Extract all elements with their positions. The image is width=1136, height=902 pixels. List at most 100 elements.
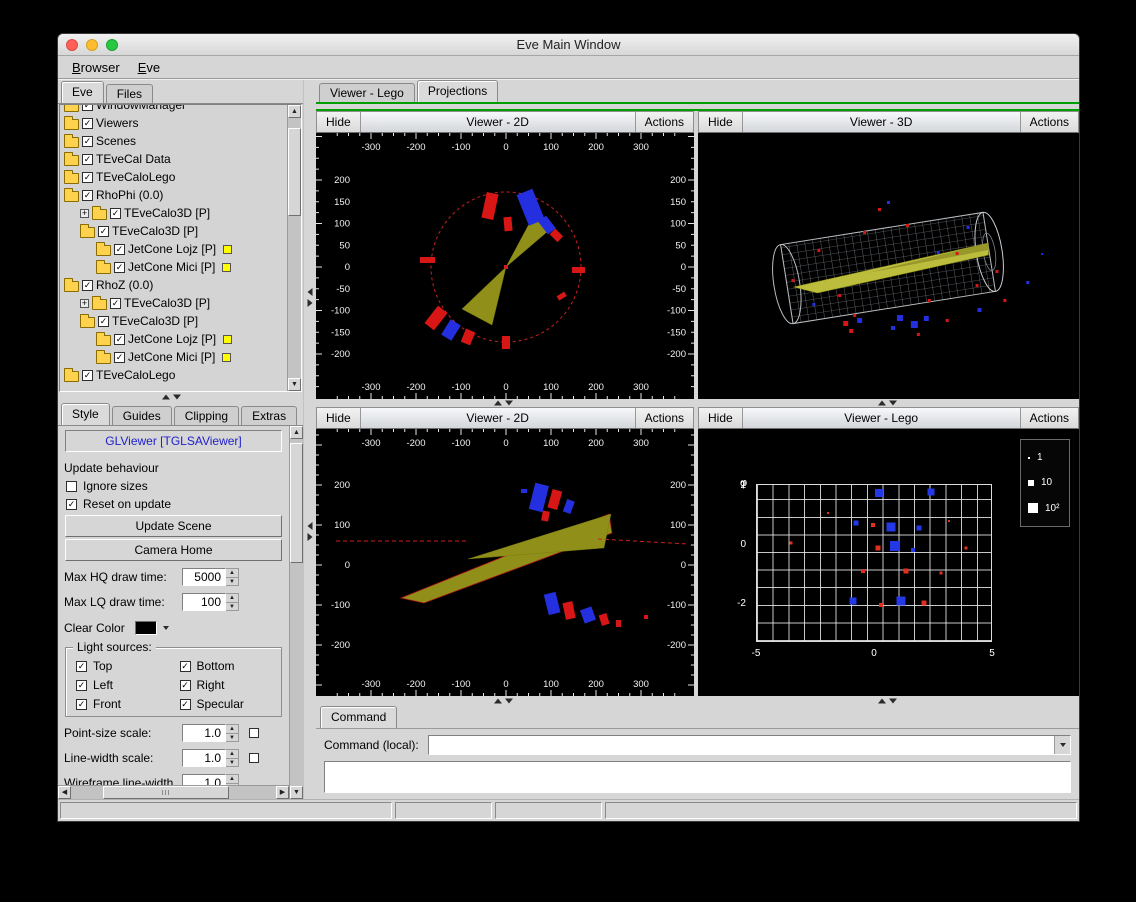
tree-item-label[interactable]: TEveCalo3D [P] xyxy=(124,206,210,220)
hide-button[interactable]: Hide xyxy=(699,112,743,132)
tab-viewer-lego[interactable]: Viewer - Lego xyxy=(319,83,415,102)
wireframe-spinbox[interactable]: 1.0 ▲▼ xyxy=(182,774,239,785)
spin-down-icon[interactable]: ▼ xyxy=(226,603,238,611)
point-size-value[interactable]: 1.0 xyxy=(182,724,226,742)
tree-item[interactable]: ✓JetCone Mici [P] xyxy=(60,258,287,276)
tree-item-label[interactable]: TEveCalo3D [P] xyxy=(112,224,198,238)
menu-browser[interactable]: Browser xyxy=(64,58,128,77)
splitter-handle[interactable] xyxy=(308,288,313,307)
tree-item-checkbox[interactable]: ✓ xyxy=(110,298,121,309)
tree-item-label[interactable]: TEveCaloLego xyxy=(96,170,175,184)
tree-item[interactable]: ✓TEveCaloLego xyxy=(60,168,287,186)
light-checkbox-right[interactable]: ✓Right xyxy=(180,678,278,692)
max-lq-spinbox[interactable]: 100 ▲▼ xyxy=(182,593,239,611)
checkbox-icon[interactable]: ✓ xyxy=(76,699,87,710)
tree-item[interactable]: ✓JetCone Mici [P] xyxy=(60,348,287,366)
tree-item[interactable]: ✓Scenes xyxy=(60,132,287,150)
style-scrollbar[interactable]: ▲ ▼ xyxy=(289,426,303,799)
light-checkbox-bottom[interactable]: ✓Bottom xyxy=(180,659,278,673)
viewer3d-canvas[interactable] xyxy=(698,133,1079,399)
line-width-checkbox[interactable] xyxy=(249,753,259,763)
jetcone-color-swatch[interactable] xyxy=(222,263,231,272)
splitter-handle[interactable] xyxy=(494,698,513,703)
lego-canvas[interactable]: φ 1 10 10² -50520-2 xyxy=(698,429,1079,696)
combo-dropdown-icon[interactable] xyxy=(1054,736,1070,754)
scroll-track[interactable] xyxy=(71,786,276,799)
tree-item-checkbox[interactable]: ✓ xyxy=(82,154,93,165)
tab-extras[interactable]: Extras xyxy=(241,406,297,425)
tree-item[interactable]: ✓TEveCaloLego xyxy=(60,366,287,384)
tab-command[interactable]: Command xyxy=(320,706,397,728)
tree-item-label[interactable]: TEveCaloLego xyxy=(96,368,175,382)
checkbox-icon[interactable] xyxy=(66,481,77,492)
tree-item-checkbox[interactable]: ✓ xyxy=(114,334,125,345)
scroll-up-icon[interactable]: ▲ xyxy=(290,426,303,439)
tree-item[interactable]: ✓TEveCalo3D [P] xyxy=(60,222,287,240)
tree-expander-icon[interactable]: + xyxy=(80,299,89,308)
rhophi-canvas[interactable]: -300-300-200-200-100-1000010010020020030… xyxy=(316,133,694,399)
command-combobox[interactable] xyxy=(428,735,1071,755)
tab-guides[interactable]: Guides xyxy=(112,406,172,425)
spin-down-icon[interactable]: ▼ xyxy=(226,578,238,586)
scroll-up-icon[interactable]: ▲ xyxy=(288,105,301,118)
scroll-thumb[interactable] xyxy=(103,786,229,799)
tab-eve[interactable]: Eve xyxy=(61,81,104,103)
scroll-down-icon[interactable]: ▼ xyxy=(290,786,303,799)
ignore-sizes-checkbox[interactable]: Ignore sizes xyxy=(66,479,284,493)
tree-item-label[interactable]: Scenes xyxy=(96,134,136,148)
tree-item-label[interactable]: JetCone Mici [P] xyxy=(128,260,215,274)
spin-up-icon[interactable]: ▲ xyxy=(226,750,238,759)
style-hscrollbar[interactable]: ◀ ▶ xyxy=(58,785,289,799)
tree-item-label[interactable]: JetCone Lojz [P] xyxy=(128,242,216,256)
scroll-track[interactable] xyxy=(288,118,301,378)
command-input[interactable] xyxy=(429,736,1054,754)
checkbox-icon[interactable]: ✓ xyxy=(180,661,191,672)
tree-item[interactable]: ✓JetCone Lojz [P] xyxy=(60,240,287,258)
zoom-button[interactable] xyxy=(106,39,118,51)
tab-projections[interactable]: Projections xyxy=(417,80,498,102)
spin-up-icon[interactable]: ▲ xyxy=(226,569,238,578)
camera-home-button[interactable]: Camera Home xyxy=(65,539,282,561)
tree-item-checkbox[interactable]: ✓ xyxy=(98,226,109,237)
tree-item[interactable]: +✓TEveCalo3D [P] xyxy=(60,204,287,222)
jetcone-color-swatch[interactable] xyxy=(223,245,232,254)
max-hq-spinbox[interactable]: 5000 ▲▼ xyxy=(182,568,239,586)
scroll-thumb[interactable] xyxy=(288,128,301,216)
tree-item-label[interactable]: RhoZ (0.0) xyxy=(96,278,153,292)
command-output[interactable] xyxy=(324,761,1071,793)
max-lq-value[interactable]: 100 xyxy=(182,593,226,611)
tree-item-checkbox[interactable]: ✓ xyxy=(82,190,93,201)
scroll-down-icon[interactable]: ▼ xyxy=(288,378,301,391)
color-dropdown-icon[interactable] xyxy=(160,621,173,635)
minimize-button[interactable] xyxy=(86,39,98,51)
hide-button[interactable]: Hide xyxy=(317,112,361,132)
actions-button[interactable]: Actions xyxy=(635,408,693,428)
tree-item-checkbox[interactable]: ✓ xyxy=(82,280,93,291)
wireframe-value[interactable]: 1.0 xyxy=(182,774,226,785)
checkbox-icon[interactable]: ✓ xyxy=(180,680,191,691)
max-hq-value[interactable]: 5000 xyxy=(182,568,226,586)
tree-item-label[interactable]: TEveCalo3D [P] xyxy=(124,296,210,310)
point-size-spinbox[interactable]: 1.0 ▲▼ xyxy=(182,724,239,742)
tree-item-checkbox[interactable]: ✓ xyxy=(114,262,125,273)
actions-button[interactable]: Actions xyxy=(1020,112,1078,132)
tree-item-label[interactable]: JetCone Lojz [P] xyxy=(128,332,216,346)
tree-scrollbar[interactable]: ▲ ▼ xyxy=(287,105,301,391)
tab-files[interactable]: Files xyxy=(106,84,153,103)
scroll-right-icon[interactable]: ▶ xyxy=(276,786,289,799)
tree-item-label[interactable]: Viewers xyxy=(96,116,138,130)
menu-eve[interactable]: Eve xyxy=(130,58,168,77)
hide-button[interactable]: Hide xyxy=(317,408,361,428)
spin-up-icon[interactable]: ▲ xyxy=(226,775,238,784)
clear-color-swatch[interactable] xyxy=(135,621,157,635)
splitter-handle[interactable] xyxy=(878,698,897,703)
tree-item-checkbox[interactable]: ✓ xyxy=(82,136,93,147)
reset-on-update-checkbox[interactable]: ✓ Reset on update xyxy=(66,497,284,511)
actions-button[interactable]: Actions xyxy=(635,112,693,132)
light-checkbox-top[interactable]: ✓Top xyxy=(76,659,174,673)
light-checkbox-front[interactable]: ✓Front xyxy=(76,697,174,711)
line-width-value[interactable]: 1.0 xyxy=(182,749,226,767)
tree-splitter[interactable] xyxy=(58,392,303,402)
tree-item-checkbox[interactable]: ✓ xyxy=(82,104,93,111)
tree-item-checkbox[interactable]: ✓ xyxy=(82,172,93,183)
